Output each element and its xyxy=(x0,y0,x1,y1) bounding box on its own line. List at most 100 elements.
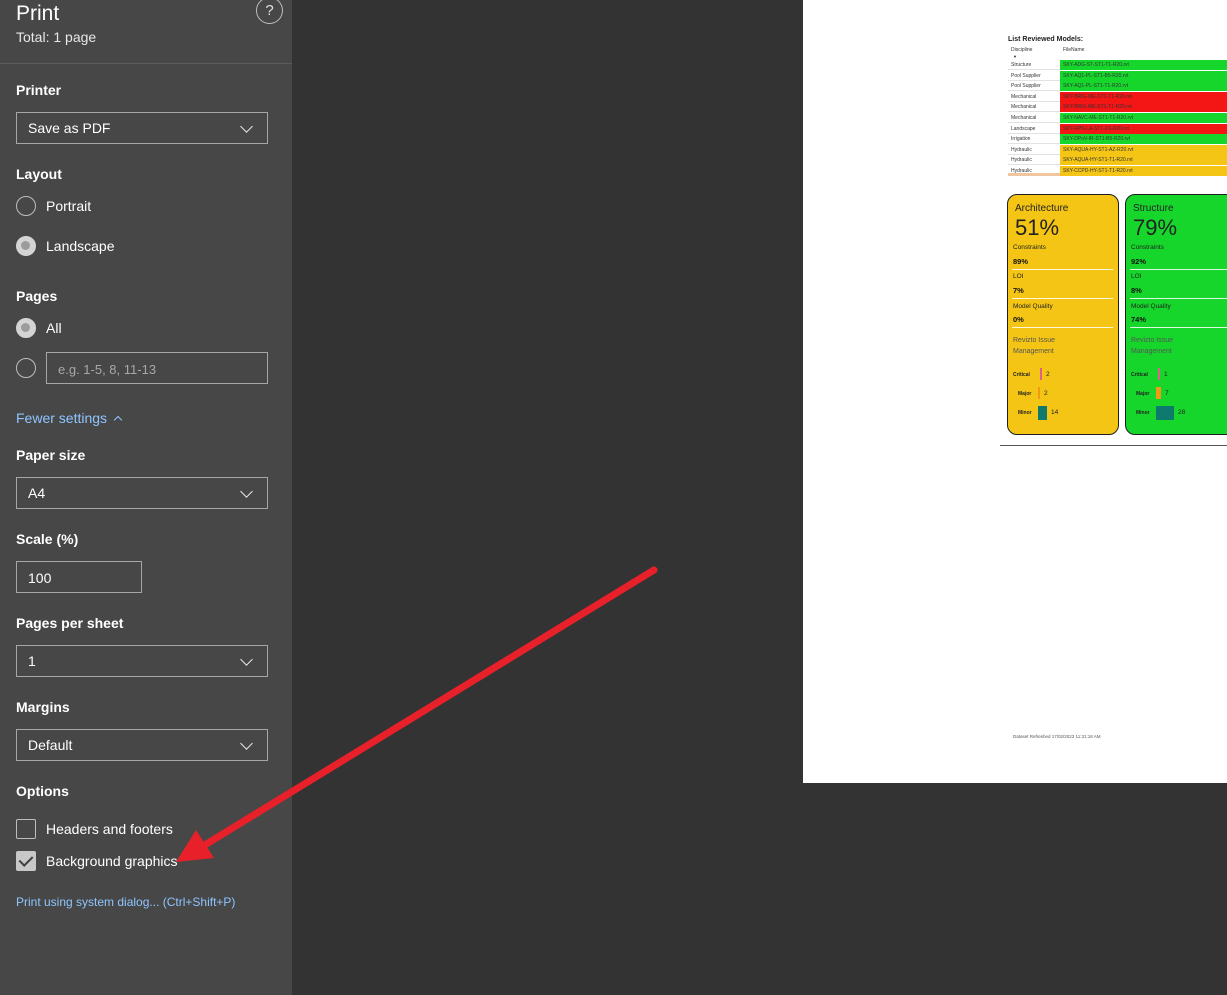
pages-all-label: All xyxy=(46,320,62,336)
metric-divider xyxy=(1012,298,1113,299)
table-row: Mechanical SKY-BRIG-ME-ST1-T1-R20.rvt xyxy=(1008,102,1227,113)
row-filename: SKY-ADG-ST-ST1-T1-R20.rvt xyxy=(1060,60,1227,70)
pages-custom-placeholder: e.g. 1-5, 8, 11-13 xyxy=(58,362,157,377)
paper-size-value: A4 xyxy=(28,485,46,501)
dataset-refreshed: Dataset Refreshed 17/02/2023 11:31:18 AM xyxy=(1013,734,1101,739)
pages-label: Pages xyxy=(16,288,58,304)
row-discipline: Pool Supplier xyxy=(1011,72,1041,79)
row-discipline: Mechanical xyxy=(1011,115,1037,121)
major-bar xyxy=(1038,387,1040,399)
scale-input[interactable]: 100 xyxy=(16,561,142,593)
pages-custom-input[interactable]: e.g. 1-5, 8, 11-13 xyxy=(46,352,268,384)
card-name: Structure xyxy=(1133,203,1174,214)
paper-size-select[interactable]: A4 xyxy=(16,477,268,509)
row-filename: SKY-DPoV-IR-ST1-B5-R20.rvt xyxy=(1060,134,1227,145)
chevron-down-icon xyxy=(240,485,253,498)
sort-arrow-icon: ▼ xyxy=(1013,54,1017,59)
system-dialog-link[interactable]: Print using system dialog... (Ctrl+Shift… xyxy=(16,895,235,909)
scale-label: Scale (%) xyxy=(16,531,79,547)
critical-bar xyxy=(1158,368,1160,380)
table-row: Hydraulic SKY-AQUA-HY-ST1-T1-R20.rvt xyxy=(1008,155,1227,166)
filename-header: FileName xyxy=(1063,47,1085,53)
print-preview-page: List Reviewed Models: Discipline FileNam… xyxy=(803,0,1227,783)
loi-label: LOI xyxy=(1013,273,1024,280)
list-reviewed-title: List Reviewed Models: xyxy=(1008,36,1084,43)
row-filename: SKY-RPS-LA-ST1-ZX-R20.rvt xyxy=(1060,123,1227,134)
row-filename: SKY-AQUA-HY-ST1-AZ-R20.rvt xyxy=(1060,144,1227,155)
print-title: Print xyxy=(16,2,60,25)
printer-label: Printer xyxy=(16,82,62,98)
table-row: Irrigation SKY-DPoV-IR-ST1-B5-R20.rvt xyxy=(1008,134,1227,145)
metric-divider xyxy=(1130,298,1227,299)
margins-label: Margins xyxy=(16,699,70,715)
print-settings-panel: Print Total: 1 page ? Printer Save as PD… xyxy=(0,0,292,995)
help-icon[interactable]: ? xyxy=(256,0,283,24)
printer-value: Save as PDF xyxy=(28,120,111,136)
page-total: Total: 1 page xyxy=(16,29,97,45)
row-filename: SKY-AQ1-PL-ST1-B5-R20.rvt xyxy=(1060,70,1227,81)
pages-per-sheet-select[interactable]: 1 xyxy=(16,645,268,677)
headers-footers-checkbox[interactable] xyxy=(16,819,36,839)
critical-label: Critical xyxy=(1131,372,1148,378)
landscape-label: Landscape xyxy=(46,238,115,254)
chevron-down-icon xyxy=(240,653,253,666)
row-filename: SKY-AQUA-HY-ST1-T1-R20.rvt xyxy=(1060,155,1227,166)
card-percentage: 79% xyxy=(1133,215,1178,240)
row-discipline: Hydraulic xyxy=(1011,157,1032,164)
row-discipline: Pool Supplier xyxy=(1011,83,1041,90)
row-discipline: Hydraulic xyxy=(1011,168,1032,174)
discipline-header: Discipline xyxy=(1011,47,1033,53)
row-filename: SKY-CCPD-HY-ST1-T1-R20.rvt xyxy=(1060,166,1227,176)
issue-management-label: Revizto Issue Management xyxy=(1131,337,1174,355)
minor-label: Minor xyxy=(1136,410,1150,416)
constraints-label: Constraints xyxy=(1013,244,1046,251)
preview-divider xyxy=(1000,445,1227,446)
scale-value: 100 xyxy=(28,570,52,586)
chevron-down-icon xyxy=(240,737,253,750)
landscape-radio[interactable] xyxy=(16,236,36,256)
constraints-value: 92% xyxy=(1131,257,1147,266)
critical-label: Critical xyxy=(1013,372,1030,378)
card-name: Architecture xyxy=(1015,203,1069,214)
issue-management-label: Revizto Issue Management xyxy=(1013,337,1056,355)
pages-per-sheet-label: Pages per sheet xyxy=(16,615,124,631)
minor-bar xyxy=(1156,406,1174,420)
model-quality-value: 0% xyxy=(1013,315,1024,324)
constraints-label: Constraints xyxy=(1131,244,1164,251)
major-label: Major xyxy=(1136,391,1150,397)
major-count: 2 xyxy=(1044,390,1048,397)
row-filename: SKY-NAVC-ME-ST1-T1-R20.rvt xyxy=(1060,113,1227,123)
portrait-label: Portrait xyxy=(46,198,92,214)
row-filename: SKY-AQ1-PL-ST1-T1-R20.rvt xyxy=(1060,81,1227,92)
headers-footers-label: Headers and footers xyxy=(46,821,173,837)
metric-divider xyxy=(1130,327,1227,328)
pages-custom-radio[interactable] xyxy=(16,358,36,378)
loi-label: LOI xyxy=(1131,273,1142,280)
minor-count: 28 xyxy=(1178,409,1186,416)
portrait-radio[interactable] xyxy=(16,196,36,216)
metric-divider xyxy=(1130,269,1227,270)
row-discipline: Irrigation xyxy=(1011,136,1031,143)
printer-select[interactable]: Save as PDF xyxy=(16,112,268,144)
margins-select[interactable]: Default xyxy=(16,729,268,761)
background-graphics-label: Background graphics xyxy=(46,853,178,869)
minor-bar xyxy=(1038,406,1047,420)
table-row: Mechanical SKY-BRIG-ME-ST1-T1-R20.rvt xyxy=(1008,91,1227,102)
table-row: Hydraulic SKY-AQUA-HY-ST1-AZ-R20.rvt xyxy=(1008,144,1227,155)
row-filename: SKY-BRIG-ME-ST1-T1-R20.rvt xyxy=(1060,102,1227,113)
background-graphics-checkbox[interactable] xyxy=(16,851,36,871)
fewer-settings-link[interactable]: Fewer settings xyxy=(16,410,123,426)
discipline-card: Architecture 51% Constraints 89% LOI 7% Model … xyxy=(1007,194,1119,435)
pages-all-radio[interactable] xyxy=(16,318,36,338)
major-bar xyxy=(1156,387,1161,399)
loi-value: 7% xyxy=(1013,286,1024,295)
row-discipline: Structure xyxy=(1011,62,1032,68)
minor-label: Minor xyxy=(1018,410,1032,416)
paper-size-label: Paper size xyxy=(16,447,86,463)
metric-divider xyxy=(1012,269,1113,270)
fewer-settings-label: Fewer settings xyxy=(16,410,108,426)
row-discipline: Mechanical xyxy=(1011,93,1037,100)
critical-count: 2 xyxy=(1046,371,1050,378)
row-discipline: Hydraulic xyxy=(1011,146,1032,153)
table-row: Pool Supplier SKY-AQ1-PL-ST1-B5-R20.rvt xyxy=(1008,70,1227,81)
